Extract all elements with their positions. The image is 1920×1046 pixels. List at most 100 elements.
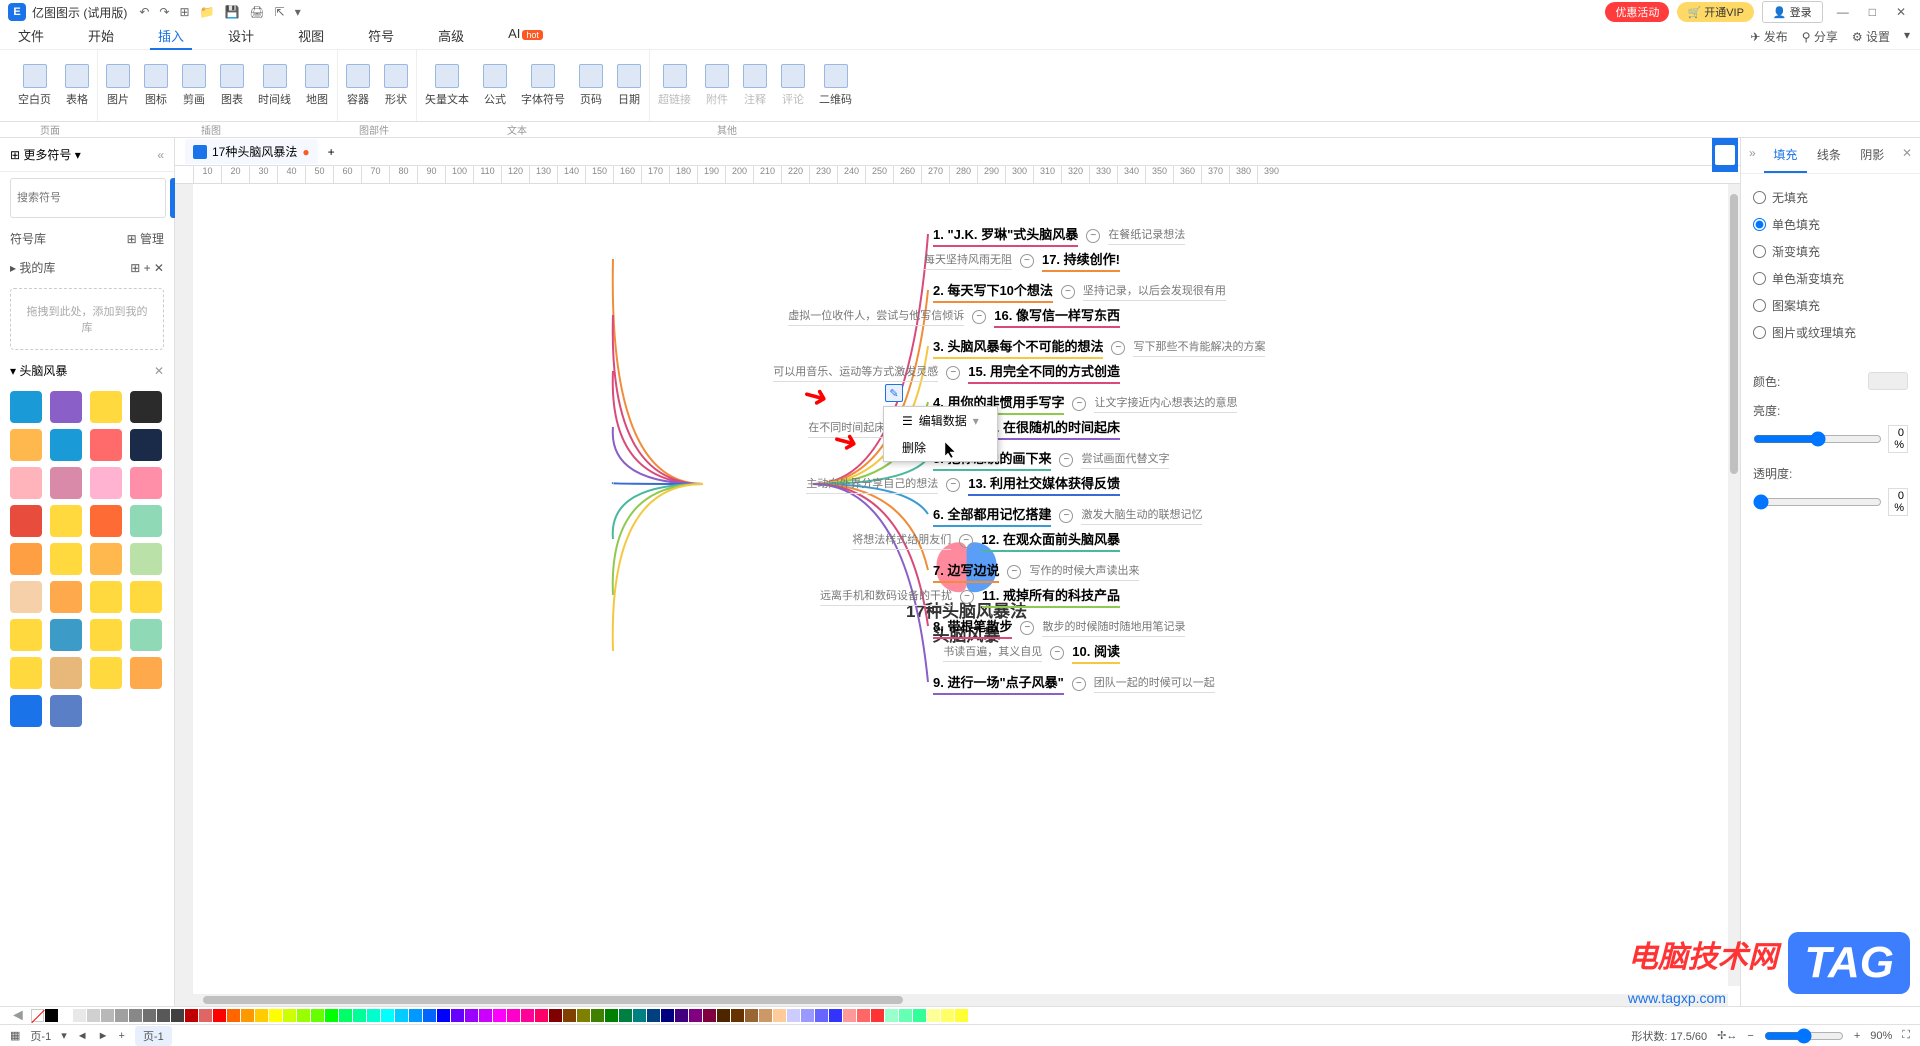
branch-right-6[interactable]: 7. 边写边说−写作的时候大声读出来: [933, 560, 1139, 583]
login-button[interactable]: 👤 登录: [1762, 1, 1823, 23]
symbol-item-24[interactable]: [10, 619, 42, 651]
palette-swatch[interactable]: [129, 1009, 142, 1022]
ribbon-btn-日期[interactable]: 日期: [617, 64, 641, 107]
palette-swatch[interactable]: [801, 1009, 814, 1022]
palette-swatch[interactable]: [647, 1009, 660, 1022]
share-button[interactable]: ⚲ 分享: [1802, 28, 1838, 45]
symbol-item-2[interactable]: [90, 391, 122, 423]
collapse-toggle-icon[interactable]: −: [1050, 646, 1064, 660]
vertical-scrollbar[interactable]: [1728, 184, 1740, 986]
minimize-icon[interactable]: —: [1831, 5, 1855, 19]
opacity-slider[interactable]: [1753, 494, 1882, 510]
symbol-item-17[interactable]: [50, 543, 82, 575]
close-icon[interactable]: ✕: [1890, 5, 1912, 19]
right-tab-0[interactable]: 填充: [1764, 138, 1807, 173]
symbol-item-14[interactable]: [90, 505, 122, 537]
palette-swatch[interactable]: [353, 1009, 366, 1022]
page-grid-icon[interactable]: ▦: [10, 1029, 20, 1042]
ribbon-btn-容器[interactable]: 容器: [346, 64, 370, 107]
palette-swatch[interactable]: [451, 1009, 464, 1022]
palette-swatch[interactable]: [241, 1009, 254, 1022]
redo-icon[interactable]: ↷: [159, 5, 169, 19]
collapse-toggle-icon[interactable]: −: [1061, 285, 1075, 299]
palette-swatch[interactable]: [899, 1009, 912, 1022]
symbol-search-input[interactable]: [10, 178, 166, 218]
settings-button[interactable]: ⚙ 设置: [1852, 28, 1890, 45]
print-icon[interactable]: 🖨: [249, 5, 264, 19]
no-color-swatch[interactable]: [31, 1009, 44, 1022]
palette-swatch[interactable]: [955, 1009, 968, 1022]
menu-item-6[interactable]: 高级: [430, 23, 472, 50]
symbol-item-30[interactable]: [90, 657, 122, 689]
symbol-item-33[interactable]: [50, 695, 82, 727]
palette-swatch[interactable]: [45, 1009, 58, 1022]
palette-swatch[interactable]: [759, 1009, 772, 1022]
branch-right-2[interactable]: 3. 头脑风暴每个不可能的想法−写下那些不肯能解决的方案: [933, 336, 1265, 359]
palette-swatch[interactable]: [521, 1009, 534, 1022]
symbol-item-1[interactable]: [50, 391, 82, 423]
right-tab-1[interactable]: 线条: [1807, 138, 1850, 173]
fill-option-2[interactable]: 渐变填充: [1753, 238, 1908, 265]
radio-icon[interactable]: [1753, 245, 1766, 258]
palette-swatch[interactable]: [227, 1009, 240, 1022]
palette-swatch[interactable]: [283, 1009, 296, 1022]
ribbon-btn-图标[interactable]: 图标: [144, 64, 168, 107]
context-menu-edit-data[interactable]: ☰编辑数据▾: [884, 407, 997, 434]
palette-swatch[interactable]: [605, 1009, 618, 1022]
new-icon[interactable]: ⊞: [179, 5, 189, 19]
palette-swatch[interactable]: [157, 1009, 170, 1022]
symbol-item-0[interactable]: [10, 391, 42, 423]
menu-item-3[interactable]: 设计: [220, 23, 262, 50]
palette-swatch[interactable]: [395, 1009, 408, 1022]
zoom-in-icon[interactable]: +: [1854, 1030, 1860, 1042]
symbol-item-29[interactable]: [50, 657, 82, 689]
palette-swatch[interactable]: [171, 1009, 184, 1022]
branch-right-8[interactable]: 9. 进行一场"点子风暴"−团队一起的时候可以一起: [933, 672, 1215, 695]
collapse-toggle-icon[interactable]: −: [1020, 254, 1034, 268]
fill-option-0[interactable]: 无填充: [1753, 184, 1908, 211]
palette-swatch[interactable]: [633, 1009, 646, 1022]
branch-right-5[interactable]: 6. 全部都用记忆搭建−激发大脑生动的联想记忆: [933, 504, 1202, 527]
palette-swatch[interactable]: [437, 1009, 450, 1022]
palette-swatch[interactable]: [787, 1009, 800, 1022]
zoom-slider[interactable]: [1764, 1028, 1844, 1044]
symbol-item-22[interactable]: [90, 581, 122, 613]
ribbon-btn-图表[interactable]: 图表: [220, 64, 244, 107]
ribbon-btn-页码[interactable]: 页码: [579, 64, 603, 107]
palette-swatch[interactable]: [367, 1009, 380, 1022]
palette-swatch[interactable]: [213, 1009, 226, 1022]
collapse-toggle-icon[interactable]: −: [1072, 397, 1086, 411]
branch-left-4[interactable]: 13. 利用社交媒体获得反馈−主动向外界分享自己的想法: [806, 473, 1120, 496]
menu-item-7[interactable]: AIhot: [500, 23, 551, 50]
symbol-item-20[interactable]: [10, 581, 42, 613]
palette-swatch[interactable]: [843, 1009, 856, 1022]
symbol-item-7[interactable]: [130, 429, 162, 461]
palette-swatch[interactable]: [871, 1009, 884, 1022]
palette-swatch[interactable]: [199, 1009, 212, 1022]
context-menu-delete[interactable]: 删除: [884, 434, 997, 461]
publish-button[interactable]: ✈ 发布: [1750, 28, 1787, 45]
palette-swatch[interactable]: [479, 1009, 492, 1022]
collapse-toggle-icon[interactable]: −: [960, 590, 974, 604]
palette-swatch[interactable]: [745, 1009, 758, 1022]
branch-left-1[interactable]: 16. 像写信一样写东西−虚拟一位收件人，尝试与他写信倾诉: [788, 305, 1120, 328]
palette-swatch[interactable]: [339, 1009, 352, 1022]
prev-page-icon[interactable]: ◄: [77, 1030, 88, 1042]
symbol-item-9[interactable]: [50, 467, 82, 499]
ribbon-btn-空白页[interactable]: 空白页: [18, 64, 51, 107]
fill-option-4[interactable]: 图案填充: [1753, 292, 1908, 319]
symbol-item-8[interactable]: [10, 467, 42, 499]
palette-swatch[interactable]: [409, 1009, 422, 1022]
undo-icon[interactable]: ↶: [139, 5, 149, 19]
palette-swatch[interactable]: [269, 1009, 282, 1022]
palette-swatch[interactable]: [717, 1009, 730, 1022]
dropzone[interactable]: 拖拽到此处，添加到我的库: [10, 288, 164, 350]
symbol-item-3[interactable]: [130, 391, 162, 423]
collapse-toggle-icon[interactable]: −: [946, 366, 960, 380]
palette-swatch[interactable]: [59, 1009, 72, 1022]
symbol-item-15[interactable]: [130, 505, 162, 537]
palette-swatch[interactable]: [675, 1009, 688, 1022]
palette-swatch[interactable]: [731, 1009, 744, 1022]
symbol-item-12[interactable]: [10, 505, 42, 537]
menu-item-4[interactable]: 视图: [290, 23, 332, 50]
